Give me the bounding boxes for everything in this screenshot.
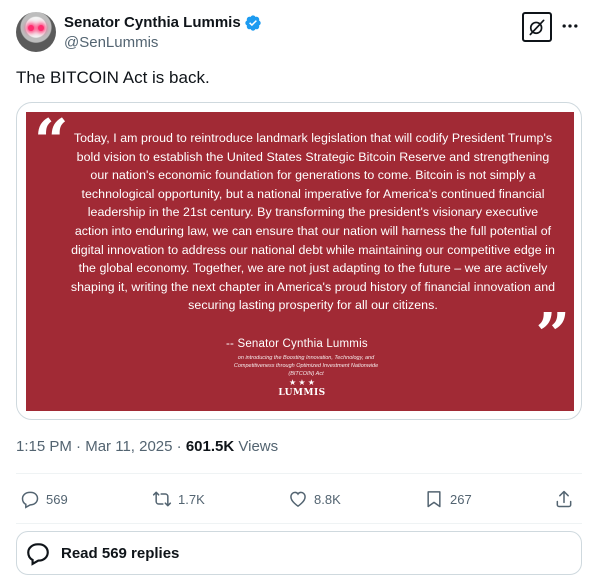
quote-body: Today, I am proud to reintroduce landmar…	[70, 131, 556, 313]
open-quote-icon: “	[34, 107, 69, 177]
like-button[interactable]: 8.8K	[288, 486, 341, 512]
logo-text: LUMMIS	[278, 388, 326, 398]
reply-button[interactable]: 569	[20, 486, 68, 512]
share-icon	[556, 490, 572, 508]
handle[interactable]: @SenLummis	[64, 33, 262, 53]
quote-context: on introducing the Boosting Innovation, …	[233, 355, 379, 377]
heart-icon	[290, 491, 306, 507]
name-row: Senator Cynthia Lummis	[64, 13, 262, 33]
grok-icon[interactable]	[522, 12, 552, 42]
action-bar: 569 1.7K 8.8K 267	[16, 486, 582, 512]
read-replies-button[interactable]: Read 569 replies	[16, 531, 582, 575]
tweet-meta: 1:15 PM · Mar 11, 2025 · 601.5K Views	[16, 437, 278, 457]
tweet-media[interactable]: “ Today, I am proud to reintroduce landm…	[16, 102, 582, 420]
author-block: Senator Cynthia Lummis @SenLummis	[64, 13, 262, 53]
logo-stars-icon: ★ ★ ★	[289, 378, 315, 387]
meta-separator: ·	[76, 438, 82, 455]
repost-icon	[152, 491, 172, 507]
reply-icon	[21, 491, 39, 509]
reply-count: 569	[46, 491, 68, 507]
repost-count: 1.7K	[178, 491, 205, 507]
avatar-eye-right	[38, 25, 44, 31]
tweet-header: Senator Cynthia Lummis @SenLummis	[16, 12, 582, 54]
repost-button[interactable]: 1.7K	[152, 486, 205, 512]
avatar[interactable]	[16, 12, 56, 52]
bookmark-count: 267	[450, 491, 472, 507]
quote-image: “ Today, I am proud to reintroduce landm…	[26, 112, 574, 411]
divider-top	[16, 473, 582, 474]
like-count: 8.8K	[314, 491, 341, 507]
lummis-logo: ★ ★ ★ LUMMIS	[270, 378, 334, 408]
quote-attribution: -- Senator Cynthia Lummis	[226, 338, 368, 350]
views-count: 601.5K	[185, 438, 235, 455]
more-options-icon[interactable]	[558, 14, 582, 38]
bookmark-icon	[427, 491, 441, 508]
avatar-eye-left	[28, 25, 34, 31]
close-quote-icon: ”	[535, 301, 570, 371]
tweet-date[interactable]: Mar 11, 2025	[85, 438, 172, 455]
tweet-text: The BITCOIN Act is back.	[16, 68, 210, 87]
speech-bubble-icon	[27, 543, 49, 566]
display-name[interactable]: Senator Cynthia Lummis	[64, 13, 241, 33]
tweet-time[interactable]: 1:15 PM	[16, 438, 72, 455]
bookmark-button[interactable]: 267	[424, 486, 472, 512]
divider-bottom	[16, 523, 582, 524]
meta-separator-2: ·	[176, 438, 182, 455]
verified-badge-icon[interactable]	[244, 14, 262, 32]
share-button[interactable]	[554, 486, 574, 512]
views-label: Views	[238, 438, 279, 455]
read-replies-label: Read 569 replies	[61, 544, 180, 562]
